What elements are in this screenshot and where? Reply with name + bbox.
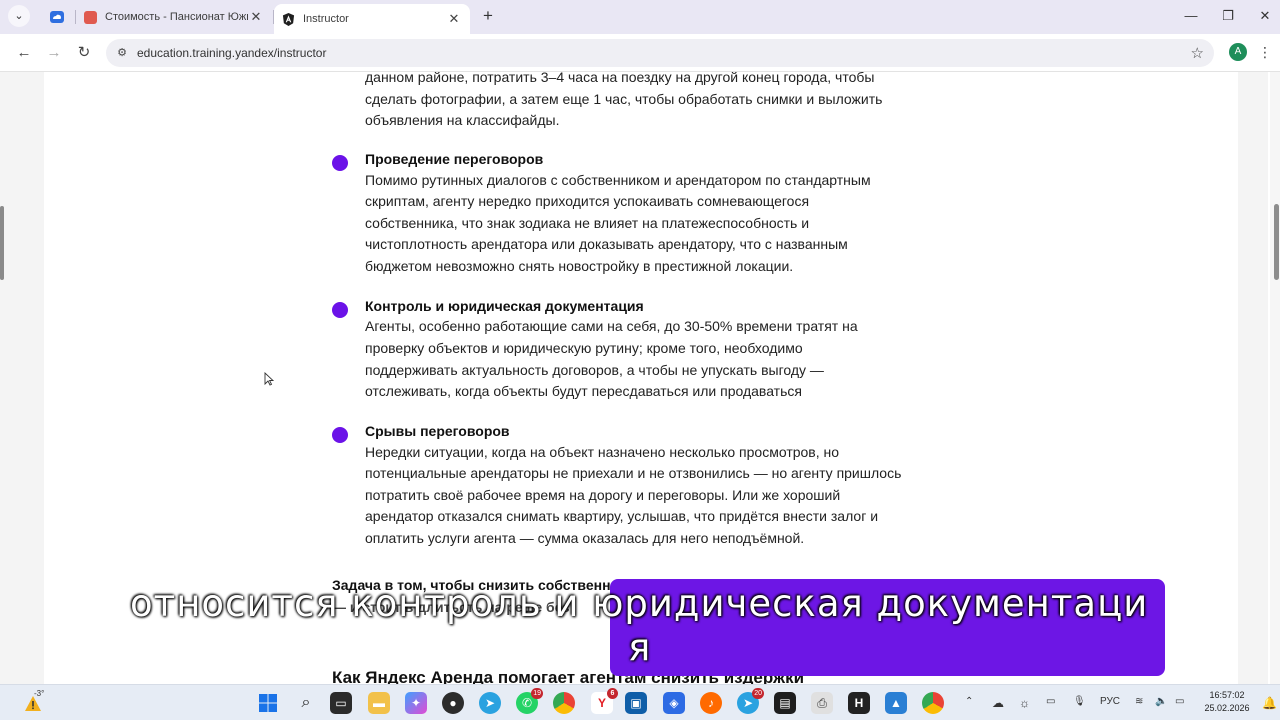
minimize-button[interactable]: — xyxy=(1176,6,1206,26)
item-line: потенциальные арендаторы не приехали и н… xyxy=(365,465,902,481)
cloud-icon xyxy=(50,11,64,23)
tab-search-dropdown-icon[interactable]: ⌄ xyxy=(8,5,30,27)
store-icon[interactable]: ▣ xyxy=(625,692,647,714)
reload-icon[interactable]: ↻ xyxy=(73,42,95,64)
printer-icon[interactable]: ⎙ xyxy=(811,692,833,714)
pinned-tab-cloud[interactable] xyxy=(40,4,74,30)
display-icon[interactable]: ▭ xyxy=(1046,696,1055,707)
weather-widget[interactable]: -3° xyxy=(24,689,48,715)
tab-instructor[interactable]: Instructor ✕ xyxy=(274,4,470,34)
item-line: арендатор отказался снимать квартиру, ус… xyxy=(365,508,879,524)
subtitle-line-2: я xyxy=(628,626,652,669)
mouse-cursor-icon xyxy=(264,372,274,386)
address-bar[interactable]: ⚙ education.training.yandex/instructor ☆ xyxy=(106,39,1214,67)
tab-title: Instructor xyxy=(303,13,349,25)
close-tab-icon[interactable]: ✕ xyxy=(248,9,264,25)
music-icon[interactable]: ♪ xyxy=(700,692,722,714)
item-line: потратить своё рабочее время на дорогу и… xyxy=(365,486,841,503)
intro-line-3: объявления на классифайды. xyxy=(365,112,560,128)
video-subtitle: относится контроль и юридическая докумен… xyxy=(130,582,1190,670)
windows-start-icon[interactable] xyxy=(257,692,279,714)
cloud-sync-icon[interactable]: ☁ xyxy=(992,696,1004,710)
menu-kebab-icon[interactable]: ⋮ xyxy=(1258,42,1272,62)
site-settings-icon[interactable]: ⚙ xyxy=(114,45,130,61)
item-line: собственника, что знак зодиака не влияет… xyxy=(365,214,810,231)
task-view-icon[interactable]: ▭ xyxy=(330,692,352,714)
photos-icon[interactable]: ▲ xyxy=(885,692,907,714)
item-title: Срывы переговоров xyxy=(365,423,510,439)
copilot-icon[interactable]: ✦ xyxy=(405,692,427,714)
weather-temp: -3° xyxy=(34,689,45,698)
notifications-bell-icon[interactable]: 🔔 xyxy=(1262,696,1277,710)
item-title: Проведение переговоров xyxy=(365,151,544,167)
tab-strip: ⌄ Стоимость - Пансионат Южный ✕ Instruct… xyxy=(0,0,1280,34)
clock-date: 25.02.2026 xyxy=(1204,703,1250,713)
battery-icon[interactable]: ▭ xyxy=(1175,696,1184,707)
forward-arrow-icon[interactable]: → xyxy=(43,42,65,64)
item-line: чистоплотность арендатора или доказывать… xyxy=(365,236,848,252)
item-line: проверку объектов и юридическую рутину; … xyxy=(365,340,803,356)
intro-line-2: сделать фотографии, а затем еще 1 час, ч… xyxy=(365,90,883,107)
new-tab-button[interactable]: + xyxy=(478,6,498,26)
article-page: данном районе, потратить 3–4 часа на пое… xyxy=(0,72,1280,684)
close-window-button[interactable]: ✕ xyxy=(1250,6,1280,26)
app-h-icon[interactable]: H xyxy=(848,692,870,714)
bullet-dot xyxy=(332,155,348,171)
windows-taskbar: -3° ⌕ ▭ ▬ ✦ ● ➤ ✆ 19 Y6 ▣ ◈ ♪ ➤ 20 ▤ ⎙ H ▲… xyxy=(0,684,1280,720)
yandex-browser-icon[interactable]: Y6 xyxy=(591,688,618,714)
volume-icon[interactable]: 🔈 xyxy=(1155,696,1167,707)
file-explorer-icon[interactable]: ▬ xyxy=(368,692,390,714)
item-line: Помимо рутинных диалогов с собственником… xyxy=(365,171,871,188)
scrollbar-track[interactable] xyxy=(1270,72,1280,684)
search-icon[interactable]: ⌕ xyxy=(295,692,317,714)
show-hidden-icons[interactable]: ⌃ xyxy=(965,696,973,707)
navigation-bar: ← → ↻ ⚙ education.training.yandex/instru… xyxy=(0,34,1280,72)
chat-icon[interactable]: ● xyxy=(442,692,464,714)
item-line: бюджетом невозможно снять новостройку в … xyxy=(365,258,794,274)
telegram-icon[interactable]: ➤ xyxy=(479,692,501,714)
item-line: Нередки ситуации, когда на объект назнач… xyxy=(365,443,840,460)
chrome-active-icon[interactable] xyxy=(922,692,944,714)
hotel-favicon-icon xyxy=(84,10,97,24)
item-line: оплатить услуги агента — сумма оказалась… xyxy=(365,530,805,546)
item-line: Агенты, особенно работающие сами на себя… xyxy=(365,318,858,334)
notes-icon[interactable]: ▤ xyxy=(774,692,796,714)
vpn-icon[interactable]: ◈ xyxy=(663,692,685,714)
item-line: поддерживать актуальность договоров, а ч… xyxy=(365,361,824,378)
scrollbar-thumb[interactable] xyxy=(1274,204,1279,280)
close-tab-icon[interactable]: ✕ xyxy=(446,11,462,27)
system-clock[interactable]: 16:57:02 25.02.2026 xyxy=(1199,689,1255,715)
wifi-icon[interactable]: ≋ xyxy=(1135,696,1143,707)
whatsapp-icon[interactable]: ✆ 19 xyxy=(516,688,543,714)
subtitle-line-1: относится контроль и юридическая докумен… xyxy=(130,582,1149,625)
microphone-icon[interactable]: 🎙 xyxy=(1073,696,1086,707)
language-indicator[interactable]: РУС xyxy=(1100,696,1120,707)
maximize-button[interactable]: ❐ xyxy=(1213,6,1243,26)
telegram-alt-icon[interactable]: ➤ 20 xyxy=(737,688,764,714)
url-text[interactable]: education.training.yandex/instructor xyxy=(137,46,326,60)
item-line: скриптам, агенту нередко приходится успо… xyxy=(365,193,810,209)
bullet-dot xyxy=(332,427,348,443)
bullet-dot xyxy=(332,302,348,318)
intro-line-1: данном районе, потратить 3–4 часа на пое… xyxy=(365,72,875,85)
chrome-icon[interactable] xyxy=(553,692,575,714)
back-arrow-icon[interactable]: ← xyxy=(13,42,35,64)
tab-pansionat[interactable]: Стоимость - Пансионат Южный ✕ xyxy=(76,4,272,30)
tab-title: Стоимость - Пансионат Южный xyxy=(105,11,248,23)
left-margin xyxy=(0,72,44,684)
brightness-icon[interactable]: ☼ xyxy=(1019,696,1030,710)
whatsapp-badge: 19 xyxy=(531,688,543,699)
left-scroll-indicator xyxy=(0,206,4,280)
item-line: отслеживать, когда объекты будут пересда… xyxy=(365,383,802,399)
clock-time: 16:57:02 xyxy=(1209,690,1245,700)
yandex-badge: 6 xyxy=(607,688,618,699)
bookmark-star-icon[interactable]: ☆ xyxy=(1191,44,1204,62)
telegram-badge: 20 xyxy=(752,688,764,699)
item-title: Контроль и юридическая документация xyxy=(365,298,644,314)
angular-favicon-icon xyxy=(282,12,295,26)
profile-avatar[interactable]: A xyxy=(1229,43,1247,61)
right-margin xyxy=(1238,72,1268,684)
